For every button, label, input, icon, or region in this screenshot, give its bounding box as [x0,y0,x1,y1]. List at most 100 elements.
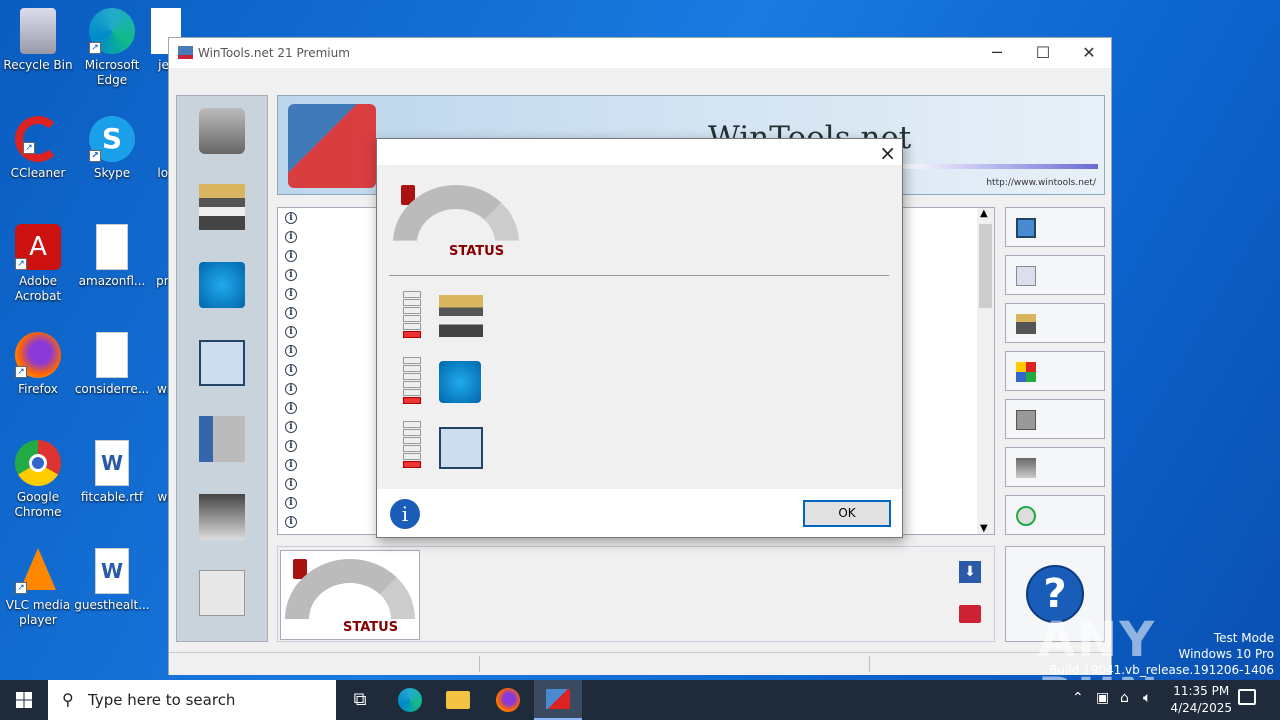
desktop-icon-edge[interactable]: ↗ Microsoft Edge [74,8,150,88]
status-gauge-button[interactable]: STATUS [280,550,420,640]
meter-startup [403,291,421,341]
desktop-icon-label: Recycle Bin [3,58,73,72]
maximize-button[interactable]: ☐ [1020,38,1066,68]
scan-files-icon[interactable] [199,340,245,386]
taskbar-edge-button[interactable] [386,680,434,720]
windows-logo-icon [16,692,32,708]
desktop-icon-considerre[interactable]: considerre... [74,332,150,397]
fingerprint-icon[interactable] [199,570,245,616]
info-icon: i [285,250,297,262]
desktop-icon-label: considerre... [74,382,150,396]
dialog-divider [389,275,889,276]
desktop-icon-skype[interactable]: S ↗ Skype [74,116,150,181]
desktop-icon-amazonfl[interactable]: amazonfl... [74,224,150,289]
taskbar: ⚲ Type here to search ⧉ ⌃ ▣ ⌂ 🔈︎ 11:35 P… [0,680,1280,720]
desktop-icon-label: guesthealt... [74,598,150,612]
desktop-icon-ccleaner[interactable]: ↗ CCleaner [0,116,76,181]
desktop-icon-recycle-bin[interactable]: Recycle Bin [0,8,76,73]
startup-icon [1016,314,1036,334]
start-button[interactable] [0,680,48,720]
tool-button-7[interactable] [1005,495,1105,535]
volume-icon[interactable]: 🔈︎ [1143,690,1151,706]
desktop-icon-fitcable[interactable]: W fitcable.rtf [74,440,150,505]
desktop-icon-label: Adobe Acrobat [14,274,62,303]
tool-button-4[interactable] [1005,351,1105,391]
dialog-close-button[interactable]: × [879,141,896,165]
task-view-button[interactable]: ⧉ [336,680,384,720]
taskbar-search-box[interactable]: ⚲ Type here to search [48,680,336,720]
status-dialog: × STATUS i OK [376,138,903,538]
window-status-bar [169,652,1111,674]
scan-files-icon [439,427,483,469]
connection-icon[interactable]: ⌂ [1120,690,1129,706]
firefox-icon: ↗ [15,332,61,378]
show-hidden-icons[interactable]: ⌃ [1072,690,1084,706]
taskbar-explorer-button[interactable] [434,680,482,720]
meter-scan [403,421,421,471]
computer-icon [1016,458,1036,478]
info-icon: i [390,499,420,529]
list-scrollbar[interactable]: ▲ ▼ [977,208,994,534]
taskbar-wintools-button[interactable] [534,680,582,720]
clock-date: 4/24/2025 [1170,701,1232,715]
tool-button-3[interactable] [1005,303,1105,343]
taskbar-clock[interactable]: 11:35 PM 4/24/2025 [1170,683,1232,717]
image-file-icon [96,224,128,270]
close-button[interactable]: ✕ [1066,38,1112,68]
edge-icon: ↗ [89,8,135,54]
word-file-icon: W [95,440,129,486]
image-file-icon [96,332,128,378]
tweak-tools-icon[interactable] [199,416,245,462]
ok-button[interactable]: OK [803,500,891,527]
firefox-icon [496,688,520,712]
meter-registry [403,357,421,407]
desktop-icon-acrobat[interactable]: A ↗ Adobe Acrobat [0,224,76,304]
taskbar-firefox-button[interactable] [484,680,532,720]
registry-cleaner-icon [439,361,481,403]
registry-cleaner-icon[interactable] [199,262,245,308]
desktop-icon-chrome[interactable]: Google Chrome [0,440,76,520]
dialog-status-label: STATUS [449,244,505,259]
scroll-down-icon[interactable]: ▼ [980,523,988,534]
watermark-line-1: Test Mode [1213,631,1274,645]
blocks-icon [1016,362,1036,382]
vlc-icon: ↗ [15,548,61,594]
tool-button-6[interactable] [1005,447,1105,487]
desktop-icon-firefox[interactable]: ↗ Firefox [0,332,76,397]
desktop-icon-label: amazonfl... [78,274,146,288]
desktop-icon-vlc[interactable]: ↗ VLC media player [0,548,76,628]
privacy-icon[interactable] [199,494,245,540]
clock-refresh-icon [1016,506,1036,526]
watermark-line-3: Build 19041.vb_release.191206-1406 [1049,663,1274,677]
disk-cleaner-icon[interactable] [199,108,245,154]
status-divider [479,656,480,672]
settings-list-icon [1016,266,1036,286]
acrobat-icon: A ↗ [15,224,61,270]
info-icon: i [285,326,297,338]
toolbox-icon[interactable] [959,605,981,623]
desktop-icon-guesthealt[interactable]: W guesthealt... [74,548,150,613]
download-icon[interactable]: ⬇ [959,561,981,583]
info-icon: i [285,459,297,471]
notification-icon[interactable] [1238,689,1256,705]
recycle-bin-icon [20,8,56,54]
desktop-icon-label: Google Chrome [14,490,62,519]
info-icon: i [285,402,297,414]
computer-toolbox-icon [288,104,376,188]
banner-url[interactable]: http://www.wintools.net/ [986,178,1096,188]
info-icon: i [285,516,297,528]
scroll-thumb[interactable] [979,224,992,308]
watermark-line-2: Windows 10 Pro [1178,647,1274,661]
ccleaner-icon: ↗ [15,116,61,162]
tool-button-1[interactable] [1005,207,1105,247]
desktop-icon-label: CCleaner [10,166,66,180]
startup-manager-icon[interactable] [199,184,245,230]
tool-button-2[interactable] [1005,255,1105,295]
network-icon[interactable]: ▣ [1096,690,1109,706]
minimize-button[interactable]: ─ [974,38,1020,68]
desktop-icon-label: fitcable.rtf [80,490,144,504]
title-bar[interactable]: WinTools.net 21 Premium ─ ☐ ✕ [169,38,1111,68]
tool-button-5[interactable] [1005,399,1105,439]
scroll-up-icon[interactable]: ▲ [980,208,988,219]
dialog-footer: i OK [377,489,902,537]
